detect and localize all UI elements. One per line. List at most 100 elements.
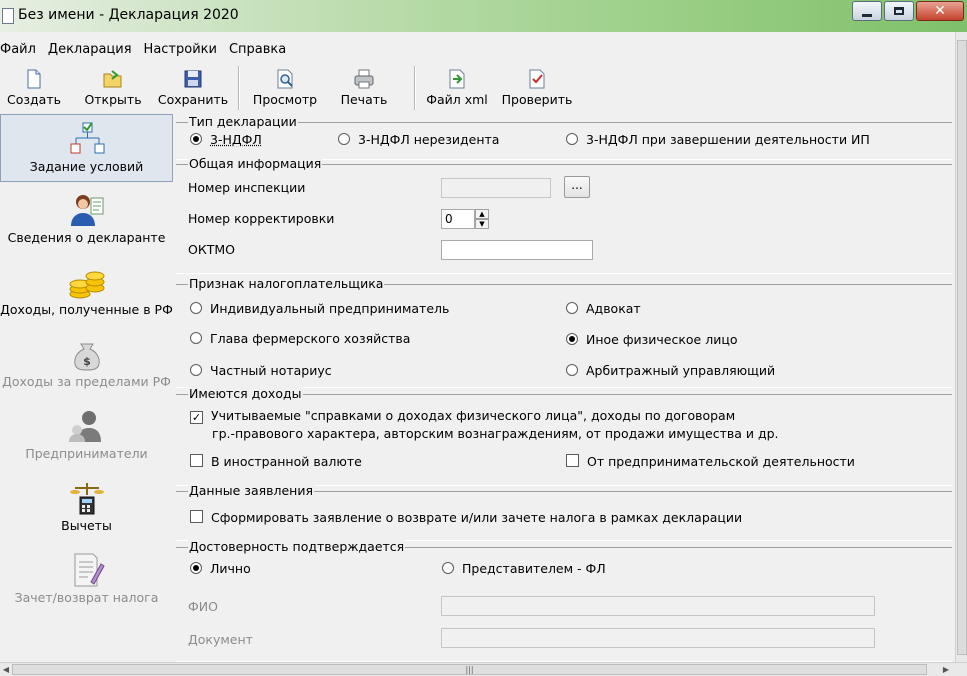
checkbox-icon xyxy=(190,454,203,467)
horizontal-scrollbar[interactable]: ◀ ||| ▶ xyxy=(0,662,967,676)
incomes-business-label: От предпринимательской деятельности xyxy=(587,454,855,469)
menu-settings[interactable]: Настройки xyxy=(144,42,217,57)
close-icon: ✕ xyxy=(934,3,946,19)
create-button[interactable]: Создать xyxy=(4,64,64,112)
incomes-foreign-checkbox[interactable]: В иностранной валюте xyxy=(190,454,362,469)
horizontal-scroll-thumb[interactable]: ||| xyxy=(12,664,927,675)
radio-icon xyxy=(190,302,202,314)
sidebar-item-declarant[interactable]: Сведения о декларанте xyxy=(0,186,173,254)
incomes-main-checkbox[interactable]: ✓ Учитываемые "справками о доходах физиче… xyxy=(190,408,735,424)
print-button[interactable]: Печать xyxy=(334,64,394,112)
sidebar-item-refund[interactable]: Зачет/возврат налога xyxy=(0,546,173,614)
preview-button[interactable]: Просмотр xyxy=(250,64,320,112)
check-label: Проверить xyxy=(501,92,573,107)
spin-up-icon[interactable]: ▲ xyxy=(475,209,489,219)
inspection-browse-button[interactable]: ... xyxy=(564,176,590,198)
preview-magnifier-icon xyxy=(277,69,293,89)
scroll-left-icon[interactable]: ◀ xyxy=(0,664,12,675)
sidebar-item-income-abroad[interactable]: $ Доходы за пределами РФ xyxy=(0,330,173,398)
create-label: Создать xyxy=(7,92,61,107)
sidebar-item-income-rf[interactable]: Доходы, полученные в РФ xyxy=(0,258,173,326)
decl-type-group: Тип декларации 3-НДФЛ 3-НДФЛ нерезидента… xyxy=(176,114,952,160)
incomes-foreign-label: В иностранной валюте xyxy=(211,454,362,469)
radio-selected-icon xyxy=(190,562,202,574)
toolbar: Создать Открыть Сохранить Просмотр Печат… xyxy=(0,62,955,112)
scales-calculator-icon xyxy=(69,483,104,515)
sidebar: Задание условий Сведения о декларанте До… xyxy=(0,114,173,662)
open-button[interactable]: Открыть xyxy=(82,64,144,112)
xml-export-icon xyxy=(449,69,465,89)
radio-icon xyxy=(190,364,202,376)
radio-icon xyxy=(338,133,350,145)
main-panel: Тип декларации 3-НДФЛ 3-НДФЛ нерезидента… xyxy=(174,114,955,662)
printer-icon xyxy=(354,69,374,89)
taxpayer-arbitration-radio[interactable]: Арбитражный управляющий xyxy=(566,363,775,378)
menu-help[interactable]: Справка xyxy=(229,42,286,57)
taxpayer-notary-label: Частный нотариус xyxy=(210,363,332,378)
decl-type-nonresident-radio[interactable]: 3-НДФЛ нерезидента xyxy=(338,132,499,147)
taxpayer-other-person-radio[interactable]: Иное физическое лицо xyxy=(566,332,738,347)
save-disk-icon xyxy=(184,70,202,88)
confirm-group: Достоверность подтверждается Лично Предс… xyxy=(176,539,952,662)
decl-type-ip-termination-radio[interactable]: 3-НДФЛ при завершении деятельности ИП xyxy=(566,132,870,147)
general-info-title: Общая информация xyxy=(188,156,323,171)
decl-type-3ndfl-radio[interactable]: 3-НДФЛ xyxy=(190,132,262,147)
radio-selected-icon xyxy=(190,133,202,145)
check-document-icon xyxy=(529,69,545,89)
confirm-representative-radio[interactable]: Представителем - ФЛ xyxy=(442,561,606,576)
open-label: Открыть xyxy=(84,92,142,107)
sidebar-label-conditions: Задание условий xyxy=(29,159,144,174)
confirm-representative-label: Представителем - ФЛ xyxy=(462,561,606,576)
sidebar-item-entrepreneurs[interactable]: Предприниматели xyxy=(0,402,173,470)
spin-down-icon[interactable]: ▼ xyxy=(475,219,489,229)
scroll-right-icon[interactable]: ▶ xyxy=(940,664,952,675)
radio-icon xyxy=(566,133,578,145)
taxpayer-group: Признак налогоплательщика Индивидуальный… xyxy=(176,276,952,388)
menu-declaration[interactable]: Декларация xyxy=(48,42,132,57)
inspection-field[interactable] xyxy=(441,178,551,198)
correction-spinner[interactable]: ▲ ▼ xyxy=(475,209,489,229)
sidebar-item-conditions[interactable]: Задание условий xyxy=(0,114,173,182)
confirm-personal-radio[interactable]: Лично xyxy=(190,561,251,576)
document-label: Документ xyxy=(188,632,253,647)
entrepreneur-icon xyxy=(68,411,101,442)
oktmo-field[interactable] xyxy=(441,240,593,260)
check-button[interactable]: Проверить xyxy=(498,64,576,112)
incomes-business-checkbox[interactable]: От предпринимательской деятельности xyxy=(566,454,855,469)
decl-type-3ndfl-label: 3-НДФЛ xyxy=(210,132,262,147)
vertical-scroll-thumb[interactable] xyxy=(957,40,967,655)
checkbox-icon xyxy=(566,454,579,467)
save-button[interactable]: Сохранить xyxy=(156,64,230,112)
sidebar-label-entrepreneurs: Предприниматели xyxy=(25,446,148,461)
general-info-group: Общая информация Номер инспекции ... Ном… xyxy=(176,156,952,274)
save-label: Сохранить xyxy=(157,92,229,107)
taxpayer-other-person-label: Иное физическое лицо xyxy=(586,332,738,347)
confirm-title: Достоверность подтверждается xyxy=(188,539,406,554)
sidebar-label-income-abroad: Доходы за пределами РФ xyxy=(2,374,171,389)
taxpayer-farm-radio[interactable]: Глава фермерского хозяйства xyxy=(190,331,410,346)
maximize-button[interactable] xyxy=(884,1,914,21)
application-title: Данные заявления xyxy=(188,483,314,498)
vertical-scrollbar[interactable] xyxy=(955,32,967,662)
fio-field[interactable] xyxy=(441,596,875,616)
declarant-person-icon xyxy=(70,195,103,226)
document-field[interactable] xyxy=(441,628,875,648)
maximize-icon xyxy=(894,7,904,15)
taxpayer-lawyer-radio[interactable]: Адвокат xyxy=(566,301,641,316)
taxpayer-notary-radio[interactable]: Частный нотариус xyxy=(190,363,332,378)
open-folder-icon xyxy=(103,70,122,88)
taxpayer-ip-radio[interactable]: Индивидуальный предприниматель xyxy=(190,301,449,316)
taxpayer-title: Признак налогоплательщика xyxy=(188,276,385,291)
menu-file[interactable]: Файл xyxy=(0,42,36,57)
xml-file-button[interactable]: Файл xml xyxy=(424,64,490,112)
close-button[interactable]: ✕ xyxy=(916,1,964,21)
minimize-button[interactable] xyxy=(852,1,882,21)
incomes-main-line2: гр.-правового характера, авторским возна… xyxy=(212,426,779,441)
application-checkbox[interactable]: Сформировать заявление о возврате и/или … xyxy=(190,510,742,525)
sidebar-label-deductions: Вычеты xyxy=(61,518,112,533)
correction-field[interactable]: 0 xyxy=(441,209,475,229)
application-group: Данные заявления Сформировать заявление … xyxy=(176,483,952,541)
taxpayer-lawyer-label: Адвокат xyxy=(586,301,641,316)
sidebar-item-deductions[interactable]: Вычеты xyxy=(0,474,173,542)
incomes-group: Имеются доходы ✓ Учитываемые "справками о… xyxy=(176,386,952,486)
